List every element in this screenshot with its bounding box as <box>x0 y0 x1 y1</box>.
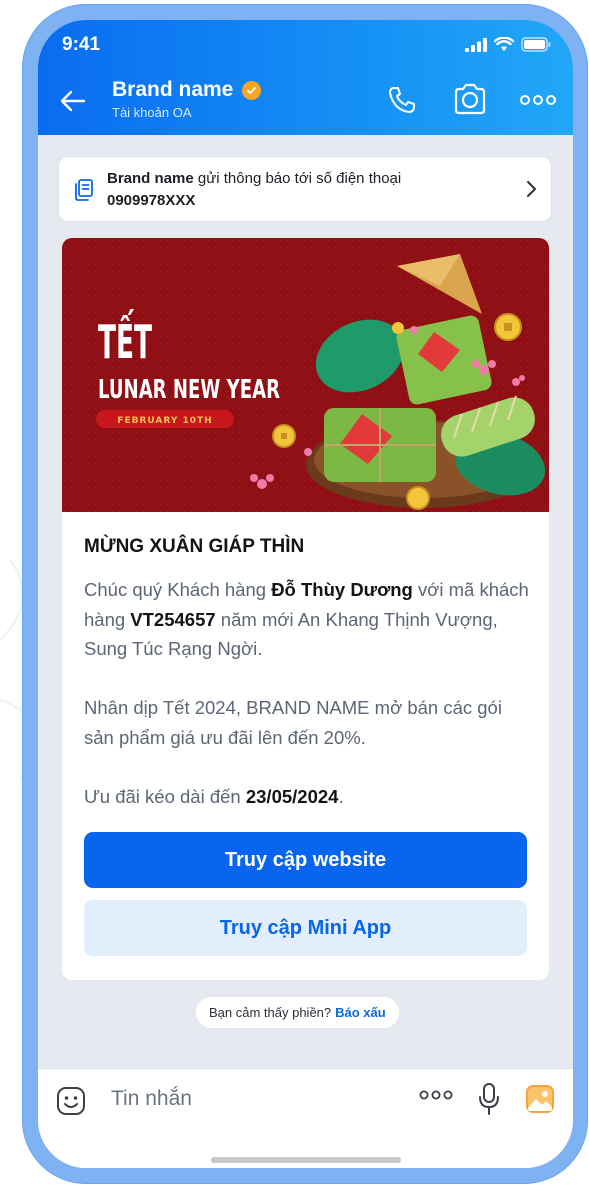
notification-notice[interactable]: Brand name gửi thông báo tới số điện tho… <box>58 156 552 222</box>
message-title: MỪNG XUÂN GIÁP THÌN <box>84 536 305 557</box>
chevron-right-icon <box>527 181 536 197</box>
notice-message: gửi thông báo tới số điện thoại <box>193 170 402 187</box>
deadline-period: . <box>338 785 344 807</box>
microphone-icon[interactable] <box>478 1083 500 1115</box>
battery-icon <box>521 37 551 52</box>
status-icons <box>465 37 551 52</box>
notice-phone: 0909978XXX <box>107 192 196 209</box>
message-input-bar: Tin nhắn <box>38 1068 573 1168</box>
greeting-paragraph: Chúc quý Khách hàng Đỗ Thùy Dương với mã… <box>84 575 529 664</box>
more-actions-icon[interactable] <box>419 1089 453 1101</box>
emoji-icon[interactable] <box>56 1086 86 1116</box>
banner-lunar-text: LUNAR NEW YEAR <box>98 375 280 405</box>
chat-header: 9:41 Brand name Tài khoản OA <box>38 20 573 135</box>
status-time: 9:41 <box>62 34 101 55</box>
promo-paragraph: Nhân dịp Tết 2024, BRAND NAME mở bán các… <box>84 697 502 748</box>
deadline-paragraph: Ưu đãi kéo dài đến 23/05/2024. <box>84 782 529 812</box>
customer-name: Đỗ Thùy Dương <box>271 579 413 600</box>
banner-tet-text: TẾT <box>98 309 152 369</box>
visit-website-button[interactable]: Truy cập website <box>84 832 527 888</box>
home-indicator <box>211 1157 401 1163</box>
verified-badge-icon <box>242 80 262 100</box>
signal-icon <box>465 37 487 52</box>
message-body: Chúc quý Khách hàng Đỗ Thùy Dương với mã… <box>84 575 529 811</box>
gallery-image-icon[interactable] <box>525 1084 555 1114</box>
greeting-text: Chúc quý Khách hàng <box>84 579 272 600</box>
camera-icon[interactable] <box>452 82 488 116</box>
message-card: TẾT LUNAR NEW YEAR FEBRUARY 10TH MỪNG XU… <box>62 238 549 980</box>
brand-title[interactable]: Brand name <box>112 78 262 102</box>
notice-document-icon <box>75 179 93 201</box>
phone-call-icon[interactable] <box>386 84 418 116</box>
report-question: Bạn cảm thấy phiền? <box>209 1005 332 1020</box>
notice-brand: Brand name <box>107 170 194 187</box>
back-arrow-icon[interactable] <box>58 86 88 116</box>
banner-date-text: FEBRUARY 10TH <box>117 416 212 426</box>
customer-code: VT254657 <box>130 608 216 630</box>
account-type: Tài khoản OA <box>112 105 192 120</box>
more-options-icon[interactable] <box>520 94 556 106</box>
visit-mini-app-button[interactable]: Truy cập Mini App <box>84 900 527 956</box>
deadline-date: 23/05/2024 <box>245 785 339 807</box>
notice-text: Brand name gửi thông báo tới số điện tho… <box>107 168 507 212</box>
report-spam-pill: Bạn cảm thấy phiền? Báo xấu <box>196 997 399 1028</box>
report-link[interactable]: Báo xấu <box>335 1005 386 1020</box>
phone-screen: 9:41 Brand name Tài khoản OA Brand name … <box>38 20 573 1168</box>
wifi-icon <box>494 37 514 51</box>
brand-name: Brand name <box>112 78 234 101</box>
message-input[interactable]: Tin nhắn <box>111 1087 192 1111</box>
deadline-text: Ưu đãi kéo dài đến <box>84 785 246 807</box>
tet-banner-image[interactable]: TẾT LUNAR NEW YEAR FEBRUARY 10TH <box>62 238 549 512</box>
